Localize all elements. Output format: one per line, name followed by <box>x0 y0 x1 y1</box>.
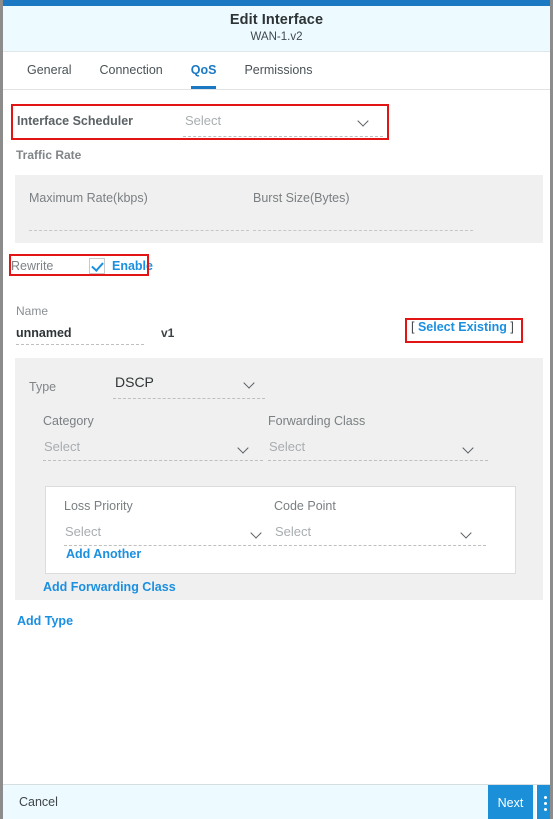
page-subtitle: WAN-1.v2 <box>250 31 303 43</box>
next-button[interactable]: Next <box>488 785 533 819</box>
edit-interface-dialog: Edit Interface WAN-1.v2 General Connecti… <box>0 0 553 819</box>
select-existing-label: Select Existing <box>417 320 507 334</box>
code-point-label: Code Point <box>274 499 336 513</box>
bracket-open: [ <box>411 320 415 334</box>
loss-priority-value: Select <box>65 524 102 539</box>
name-label: Name <box>16 304 49 318</box>
forwarding-class-group: Forwarding Class Select <box>268 414 488 461</box>
name-value: unnamed <box>16 326 72 340</box>
chevron-down-icon <box>358 116 369 127</box>
forwarding-class-select[interactable]: Select <box>268 438 488 461</box>
qos-panel: Interface Scheduler Select Traffic Rate … <box>3 90 550 784</box>
more-vertical-icon[interactable] <box>536 785 550 819</box>
rewrite-enable-checkbox[interactable] <box>89 258 105 274</box>
kebab-dot <box>543 796 547 799</box>
rewrite-label: Rewrite <box>11 259 54 273</box>
forwarding-class-value: Select <box>269 439 306 454</box>
type-card: Type DSCP Category Select Forwarding Cla… <box>15 358 543 600</box>
dialog-header: Edit Interface WAN-1.v2 <box>3 6 550 52</box>
dialog-footer: Cancel Next <box>3 784 550 819</box>
burst-size-group: Burst Size(Bytes) <box>253 191 473 231</box>
bracket-close: ] <box>510 320 514 334</box>
code-point-group: Code Point Select <box>274 499 486 546</box>
interface-scheduler-select[interactable]: Select <box>183 110 383 137</box>
code-point-value: Select <box>275 524 312 539</box>
type-select[interactable]: DSCP <box>113 372 265 399</box>
maximum-rate-input[interactable] <box>29 229 249 231</box>
category-select[interactable]: Select <box>43 438 263 461</box>
interface-scheduler-row: Interface Scheduler Select <box>3 104 550 144</box>
category-group: Category Select <box>43 414 263 461</box>
add-type-button[interactable]: Add Type <box>17 614 73 628</box>
select-existing-button[interactable]: [ Select Existing ] <box>411 320 514 334</box>
type-value: DSCP <box>115 374 154 390</box>
code-point-select[interactable]: Select <box>274 523 486 546</box>
maximum-rate-label: Maximum Rate(kbps) <box>29 191 148 205</box>
type-label: Type <box>29 380 57 394</box>
chevron-down-icon <box>461 528 472 539</box>
page-title: Edit Interface <box>229 12 324 28</box>
tab-permissions[interactable]: Permissions <box>244 52 312 89</box>
loss-priority-card: Loss Priority Select Code Point Select A… <box>45 486 516 574</box>
name-input[interactable]: unnamed <box>16 324 144 345</box>
traffic-rate-section-label: Traffic Rate <box>16 148 82 162</box>
tab-general[interactable]: General <box>27 52 71 89</box>
chevron-down-icon <box>463 443 474 454</box>
category-label: Category <box>43 414 94 428</box>
loss-priority-label: Loss Priority <box>64 499 133 513</box>
category-value: Select <box>44 439 81 454</box>
chevron-down-icon <box>244 378 255 389</box>
kebab-dot <box>543 802 547 805</box>
add-another-button[interactable]: Add Another <box>66 547 141 561</box>
burst-size-input[interactable] <box>253 229 473 231</box>
tab-connection[interactable]: Connection <box>99 52 162 89</box>
rewrite-row: Rewrite Enable <box>11 256 153 276</box>
name-version: v1 <box>161 326 175 340</box>
maximum-rate-group: Maximum Rate(kbps) <box>29 191 249 231</box>
rewrite-enable-label[interactable]: Enable <box>112 259 153 273</box>
interface-scheduler-value: Select <box>185 113 222 128</box>
chevron-down-icon <box>251 528 262 539</box>
kebab-dot <box>543 808 547 811</box>
cancel-button[interactable]: Cancel <box>19 795 58 809</box>
add-forwarding-class-button[interactable]: Add Forwarding Class <box>43 580 176 594</box>
interface-scheduler-label: Interface Scheduler <box>17 114 134 128</box>
loss-priority-select[interactable]: Select <box>64 523 276 546</box>
chevron-down-icon <box>238 443 249 454</box>
loss-priority-group: Loss Priority Select <box>64 499 276 546</box>
tab-qos[interactable]: QoS <box>190 52 216 89</box>
traffic-rate-panel: Maximum Rate(kbps) Burst Size(Bytes) <box>15 175 543 243</box>
burst-size-label: Burst Size(Bytes) <box>253 191 350 205</box>
tab-bar: General Connection QoS Permissions <box>3 52 550 90</box>
forwarding-class-label: Forwarding Class <box>268 414 366 428</box>
